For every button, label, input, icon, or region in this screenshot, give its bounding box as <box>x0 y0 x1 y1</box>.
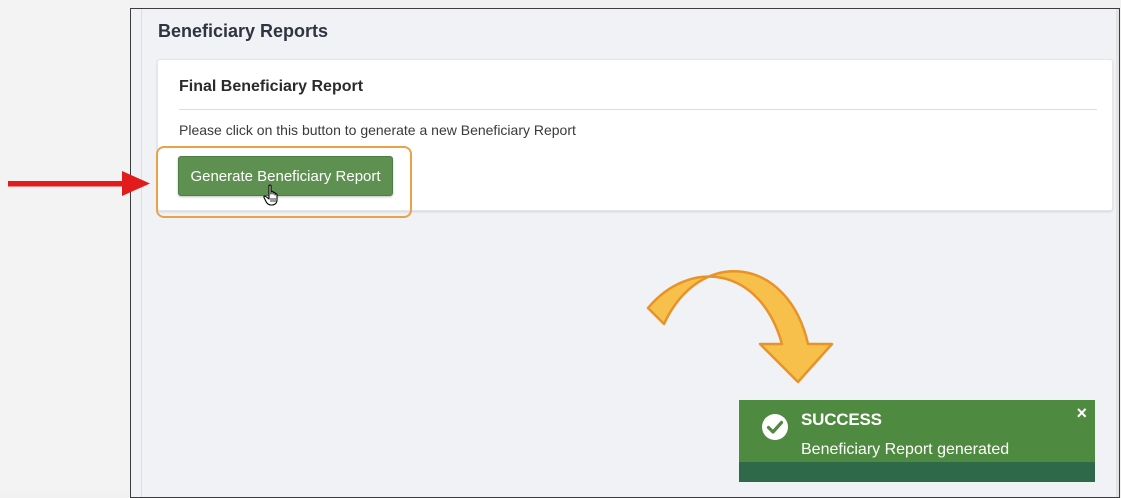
generate-report-button[interactable]: Generate Beneficiary Report <box>178 156 393 196</box>
check-circle-icon <box>762 414 788 440</box>
hand-cursor-icon <box>263 184 278 206</box>
toast-title: SUCCESS <box>801 410 882 429</box>
page-title: Beneficiary Reports <box>158 21 329 41</box>
close-icon[interactable]: × <box>1076 404 1087 422</box>
card-description: Please click on this button to generate … <box>179 122 576 138</box>
sidebar-divider <box>141 9 142 497</box>
toast-message: Beneficiary Report generated <box>801 441 1010 458</box>
card-title: Final Beneficiary Report <box>179 78 364 95</box>
left-margin <box>0 0 130 492</box>
curved-arrow-icon <box>646 270 834 384</box>
toast-progress-bar <box>739 462 1095 482</box>
arrow-right-icon <box>8 171 150 196</box>
frame-edge <box>1116 9 1119 497</box>
success-toast: SUCCESS Beneficiary Report generated × <box>739 400 1095 482</box>
card-divider <box>179 109 1097 110</box>
